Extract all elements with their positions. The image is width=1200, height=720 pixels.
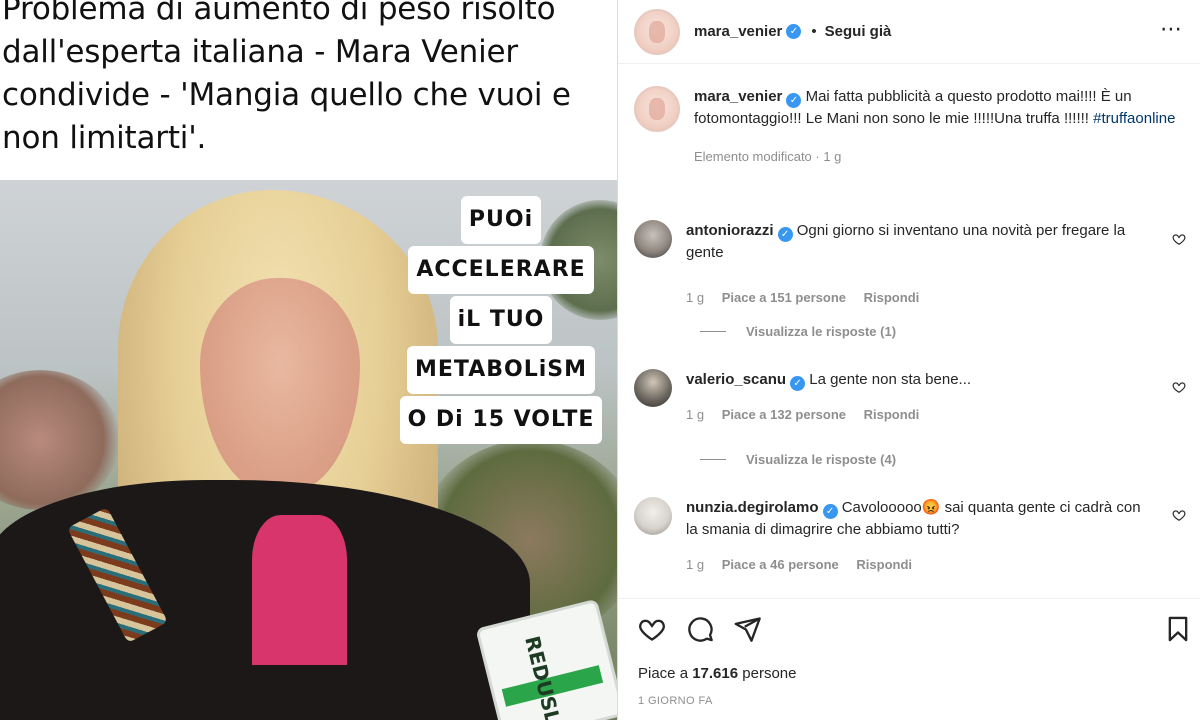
comment-message: La gente non sta bene... — [809, 371, 972, 388]
view-replies-button[interactable]: Visualizza le risposte (4) — [700, 452, 896, 467]
overlay-text: PUOi ACCELERARE iL TUO METABOLiSM O Di 1… — [391, 196, 611, 444]
comment-like-heart-icon[interactable] — [1172, 380, 1186, 394]
comment-body: valerio_scanu ✓ La gente non sta bene... … — [686, 369, 1146, 422]
comment-username[interactable]: nunzia.degirolamo — [686, 499, 819, 516]
overlay-line: O Di 15 VOLTE — [399, 396, 603, 444]
reply-button[interactable]: Rispondi — [864, 407, 920, 422]
avatar[interactable] — [634, 86, 680, 132]
post-image: Problema di aumento di peso risolto dall… — [0, 0, 617, 720]
post-headline: Problema di aumento di peso risolto dall… — [2, 0, 614, 160]
comment-meta: 1 g Piace a 46 persone Rispondi — [686, 557, 1146, 572]
header-user: mara_venier ✓ • Segui già — [694, 23, 891, 40]
bookmark-icon[interactable] — [1164, 615, 1192, 643]
post-actions: Piace a 17.616 persone 1 GIORNO FA — [618, 598, 1200, 720]
comment-time: 1 g — [686, 557, 705, 572]
comment-likes[interactable]: Piace a 132 persone — [722, 407, 846, 422]
comment-body: antoniorazzi ✓ Ogni giorno si inventano u… — [686, 220, 1146, 305]
follow-button[interactable]: Segui già — [825, 23, 892, 40]
woman-top — [252, 515, 347, 665]
comment-icon[interactable] — [686, 615, 714, 643]
comment-likes[interactable]: Piace a 46 persone — [722, 557, 839, 572]
comment-time: 1 g — [686, 290, 705, 305]
verified-badge-icon: ✓ — [822, 504, 838, 519]
headline-line: Problema di aumento di peso risolto — [2, 0, 556, 27]
comment-meta: 1 g Piace a 132 persone Rispondi — [686, 407, 1146, 422]
replies-line — [700, 459, 726, 460]
avatar[interactable] — [634, 497, 672, 535]
comment-text: antoniorazzi ✓ Ogni giorno si inventano u… — [686, 220, 1146, 264]
header-username[interactable]: mara_venier — [694, 23, 782, 40]
hashtag-link[interactable]: #truffaonline — [1093, 110, 1175, 127]
likes-suffix: persone — [738, 665, 797, 682]
overlay-line: ACCELERARE — [408, 246, 594, 294]
view-replies-label: Visualizza le risposte (1) — [746, 324, 897, 339]
comment-body: nunzia.degirolamo ✓ Cavolooooo😡 sai quant… — [686, 497, 1146, 572]
comment-like-heart-icon[interactable] — [1172, 232, 1186, 246]
verified-badge-icon: ✓ — [777, 227, 793, 242]
verified-badge-icon: ✓ — [786, 93, 802, 108]
share-icon[interactable] — [734, 615, 762, 643]
caption-username[interactable]: mara_venier — [694, 88, 782, 105]
likes-prefix: Piace a — [638, 665, 693, 682]
caption: mara_venier ✓ Mai fatta pubblicità a ques… — [634, 86, 1194, 164]
reply-button[interactable]: Rispondi — [856, 557, 912, 572]
overlay-line: PUOi — [460, 196, 542, 244]
reply-button[interactable]: Rispondi — [864, 290, 920, 305]
overlay-line: METABOLiSM — [406, 346, 595, 394]
comment: valerio_scanu ✓ La gente non sta bene... … — [634, 369, 1194, 422]
header-separator: • — [811, 23, 817, 40]
likes-count: 17.616 — [692, 665, 739, 682]
replies-line — [700, 331, 726, 332]
comment-text: valerio_scanu ✓ La gente non sta bene... — [686, 369, 1146, 391]
comment-username[interactable]: valerio_scanu — [686, 371, 786, 388]
avatar[interactable] — [634, 220, 672, 258]
headline-line: condivide - 'Mangia quello che vuoi e — [2, 77, 571, 113]
verified-badge-icon: ✓ — [790, 376, 806, 391]
view-replies-button[interactable]: Visualizza le risposte (1) — [700, 324, 896, 339]
comment: antoniorazzi ✓ Ogni giorno si inventano u… — [634, 220, 1194, 305]
view-replies-label: Visualizza le risposte (4) — [746, 452, 897, 467]
likes-total[interactable]: Piace a 17.616 persone — [638, 665, 796, 682]
headline-line: non limitarti'. — [2, 120, 207, 156]
comment: nunzia.degirolamo ✓ Cavolooooo😡 sai quant… — [634, 497, 1194, 572]
avatar[interactable] — [634, 8, 680, 55]
heart-icon[interactable] — [638, 615, 666, 643]
headline-line: dall'esperta italiana - Mara Venier — [2, 34, 518, 70]
post-timestamp: 1 GIORNO FA — [638, 695, 713, 707]
comment-time: 1 g — [686, 407, 705, 422]
caption-text: mara_venier ✓ Mai fatta pubblicità a ques… — [694, 86, 1184, 130]
post-header: mara_venier ✓ • Segui già ⋯ — [618, 0, 1200, 64]
overlay-line: iL TUO — [449, 296, 553, 344]
comment-like-heart-icon[interactable] — [1172, 508, 1186, 522]
comment-text: nunzia.degirolamo ✓ Cavolooooo😡 sai quant… — [686, 497, 1146, 541]
caption-meta: Elemento modificato · 1 g — [694, 149, 842, 164]
comment-meta: 1 g Piace a 151 persone Rispondi — [686, 290, 1146, 305]
verified-badge-icon: ✓ — [786, 24, 802, 39]
avatar[interactable] — [634, 369, 672, 407]
comment-likes[interactable]: Piace a 151 persone — [722, 290, 846, 305]
comment-username[interactable]: antoniorazzi — [686, 222, 774, 239]
caption-body: mara_venier ✓ Mai fatta pubblicità a ques… — [694, 86, 1184, 164]
post-side-panel: mara_venier ✓ • Segui già ⋯ mara_venier ✓… — [617, 0, 1200, 720]
more-icon[interactable]: ⋯ — [1160, 19, 1183, 41]
